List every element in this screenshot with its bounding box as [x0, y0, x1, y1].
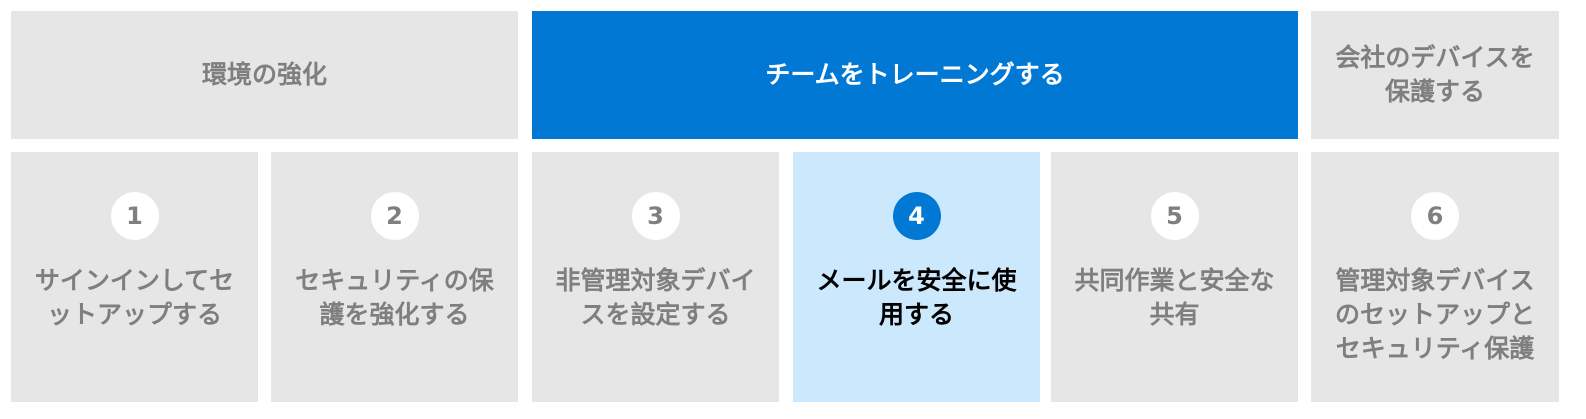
step-number-badge: 3 — [631, 192, 680, 240]
step-label: メールを安全に使用する — [816, 266, 1017, 329]
step-number-badge: 1 — [110, 192, 159, 240]
step-number-badge: 6 — [1411, 192, 1459, 240]
phase-harden-environment: 環境の強化 — [11, 11, 518, 139]
step-6: 6 管理対象デバイスのセットアップとセキュリティ保護 — [1311, 152, 1559, 402]
step-number-badge: 2 — [370, 192, 419, 240]
phase-label: 環境の強化 — [201, 60, 327, 89]
phase-label: チームをトレーニングする — [765, 60, 1065, 89]
step-label: セキュリティの保護を強化する — [295, 266, 494, 329]
step-number-badge: 4 — [892, 192, 941, 240]
phase-protect-devices: 会社のデバイスを保護する — [1311, 11, 1559, 139]
step-label: サインインしてセットアップする — [34, 266, 235, 329]
phase-label: 会社のデバイスを保護する — [1335, 43, 1535, 106]
phase-train-team: チームをトレーニングする — [532, 11, 1298, 139]
step-label: 共同作業と安全な共有 — [1074, 266, 1275, 329]
step-4: 4 メールを安全に使用する — [793, 152, 1040, 402]
step-1: 1 サインインしてセットアップする — [11, 152, 258, 402]
step-5: 5 共同作業と安全な共有 — [1051, 152, 1298, 402]
step-number-badge: 5 — [1150, 192, 1199, 240]
step-label: 非管理対象デバイスを設定する — [555, 266, 756, 329]
step-2: 2 セキュリティの保護を強化する — [271, 152, 518, 402]
step-label: 管理対象デバイスのセットアップとセキュリティ保護 — [1334, 266, 1535, 363]
step-3: 3 非管理対象デバイスを設定する — [532, 152, 779, 402]
